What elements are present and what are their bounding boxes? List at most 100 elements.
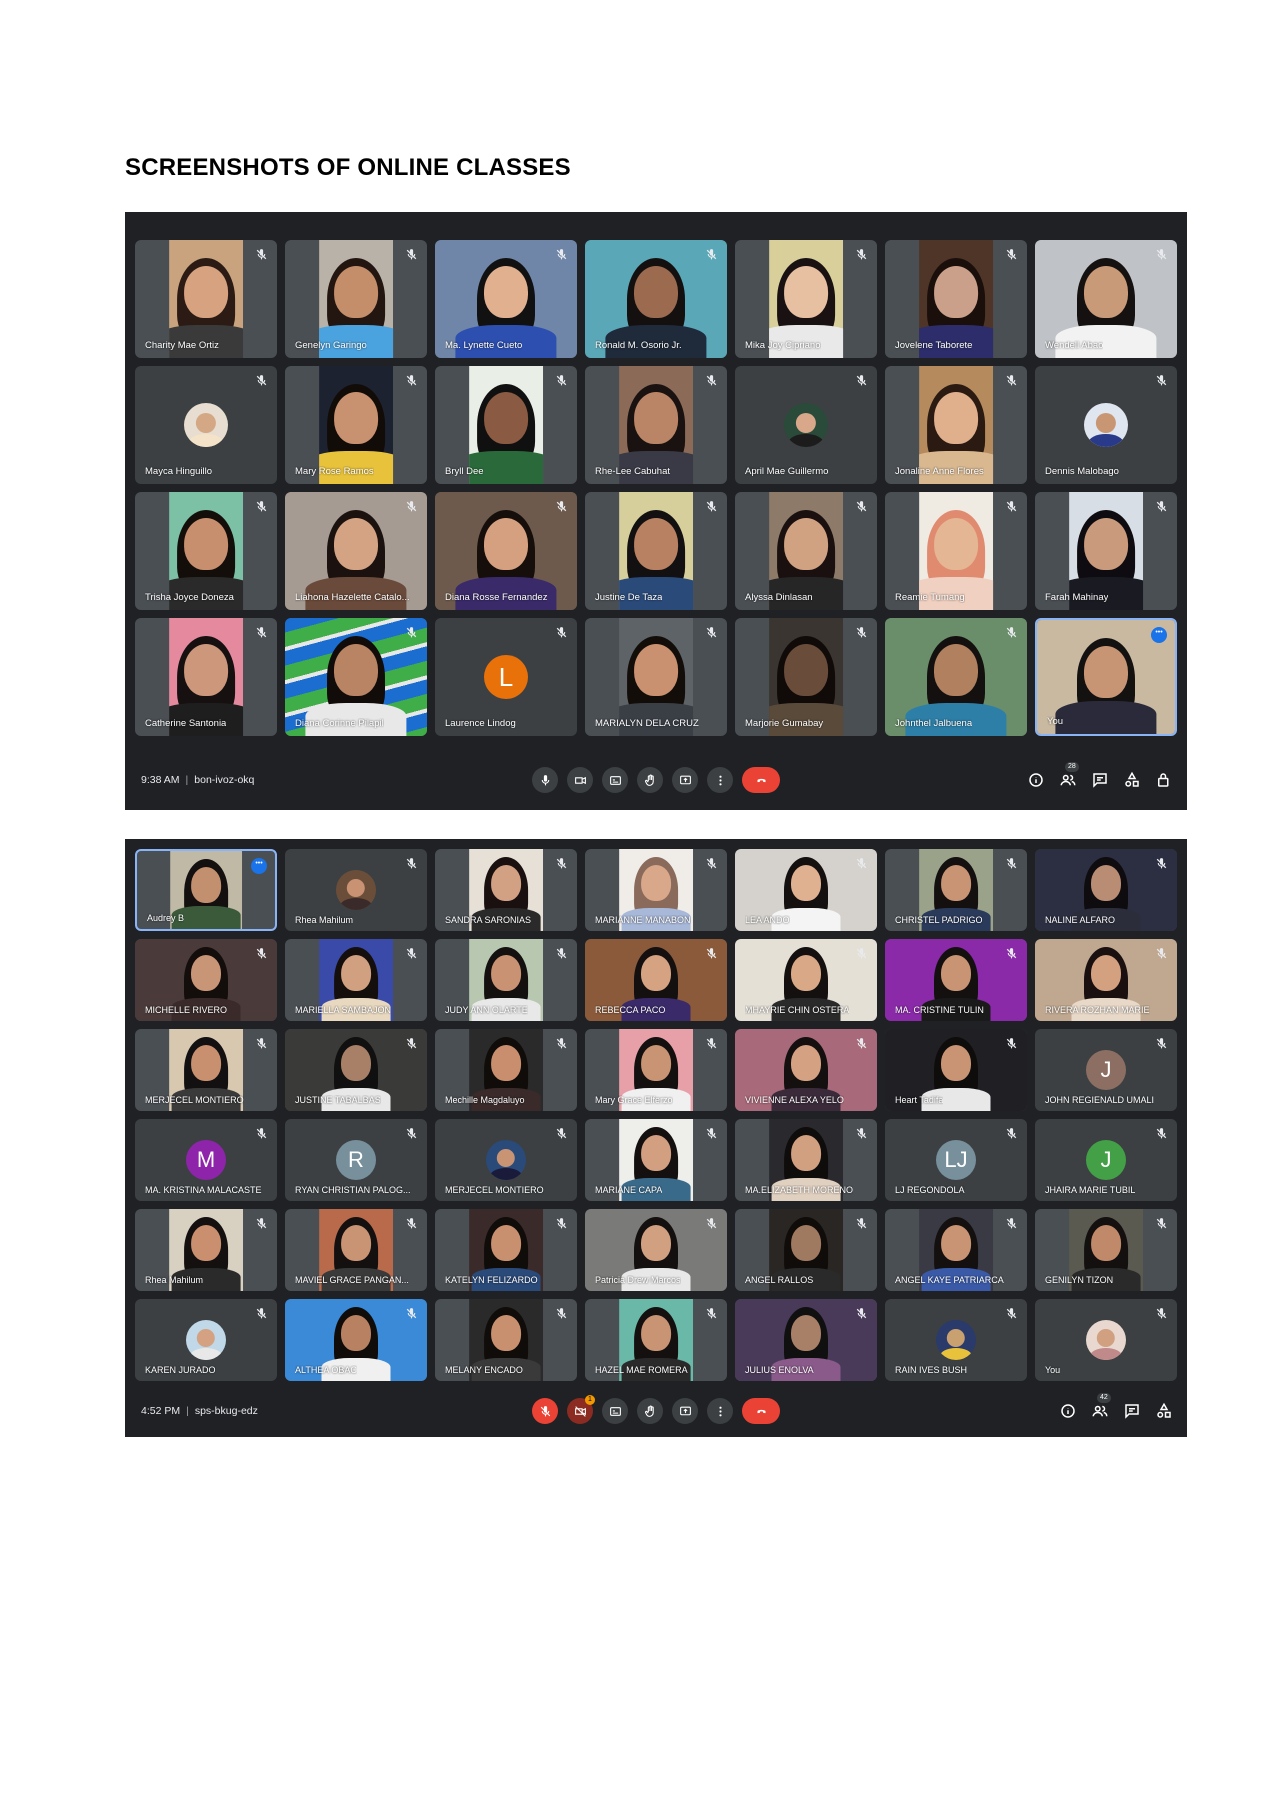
participant-tile[interactable]: Dennis Malobago	[1035, 366, 1177, 484]
participant-tile[interactable]: MAVIEL GRACE PANGAN...	[285, 1209, 427, 1291]
participant-tile[interactable]: Mary Grace Elferzo	[585, 1029, 727, 1111]
captions-button[interactable]	[602, 767, 628, 793]
host-controls-button[interactable]	[1155, 771, 1173, 789]
participant-tile[interactable]: L Laurence Lindog	[435, 618, 577, 736]
participant-tile[interactable]: MHAYRIE CHIN OSTERA	[735, 939, 877, 1021]
chat-button[interactable]	[1123, 1402, 1141, 1420]
info-button[interactable]	[1059, 1402, 1077, 1420]
participant-tile[interactable]: JULIUS ENOLVA	[735, 1299, 877, 1381]
camera-button[interactable]	[567, 767, 593, 793]
participant-tile[interactable]: Mika Joy Cipriano	[735, 240, 877, 358]
present-button[interactable]	[672, 1398, 698, 1424]
participant-tile[interactable]: CHRISTEL PADRIGO	[885, 849, 1027, 931]
participant-tile[interactable]: Mayca Hinguillo	[135, 366, 277, 484]
mic-off-button[interactable]	[532, 1398, 558, 1424]
participant-tile[interactable]: Mechille Magdaluyo	[435, 1029, 577, 1111]
more-options-icon[interactable]: •••	[1151, 627, 1167, 643]
participant-tile[interactable]: Ronald M. Osorio Jr.	[585, 240, 727, 358]
participant-tile[interactable]: SANDRA SARONIAS	[435, 849, 577, 931]
info-button[interactable]	[1027, 771, 1045, 789]
participant-tile[interactable]: MA.ELIZABETH MORENO	[735, 1119, 877, 1201]
participant-tile[interactable]: Ma. Lynette Cueto	[435, 240, 577, 358]
participant-tile[interactable]: Liahona Hazelette Catalo...	[285, 492, 427, 610]
participant-tile[interactable]: Rhe-Lee Cabuhat	[585, 366, 727, 484]
participant-tile[interactable]: Justine De Taza	[585, 492, 727, 610]
participant-tile[interactable]: Wendell Abao	[1035, 240, 1177, 358]
hang-up-icon	[756, 1409, 766, 1413]
participant-tile[interactable]: J JHAIRA MARIE TUBIL	[1035, 1119, 1177, 1201]
participant-tile[interactable]: ••• Audrey B	[135, 849, 277, 931]
participant-tile[interactable]: LJ LJ REGONDOLA	[885, 1119, 1027, 1201]
captions-button[interactable]	[602, 1398, 628, 1424]
participant-tile[interactable]: M MA. KRISTINA MALACASTE	[135, 1119, 277, 1201]
participant-tile[interactable]: RIVERA ROZHAN MARIE	[1035, 939, 1177, 1021]
people-button[interactable]: 28	[1059, 762, 1079, 789]
participant-tile[interactable]: VIVIENNE ALEXA YELO	[735, 1029, 877, 1111]
participant-tile[interactable]: Rhea Mahilum	[285, 849, 427, 931]
people-button[interactable]: 42	[1091, 1393, 1111, 1420]
participant-tile[interactable]: GENILYN TIZON	[1035, 1209, 1177, 1291]
participant-tile[interactable]: Marjorie Gumabay	[735, 618, 877, 736]
participant-tile[interactable]: Charity Mae Ortiz	[135, 240, 277, 358]
participant-tile[interactable]: MELANY ENCADO	[435, 1299, 577, 1381]
participant-tile[interactable]: LEA ANDO	[735, 849, 877, 931]
participant-tile[interactable]: NALINE ALFARO	[1035, 849, 1177, 931]
participant-tile[interactable]: Reamie Tumang	[885, 492, 1027, 610]
participant-tile[interactable]: J JOHN REGIENALD UMALI	[1035, 1029, 1177, 1111]
participant-tile[interactable]: ANGEL RALLOS	[735, 1209, 877, 1291]
participant-tile[interactable]: Jovelene Taborete	[885, 240, 1027, 358]
participant-tile[interactable]: Johnthel Jalbuena	[885, 618, 1027, 736]
participant-tile[interactable]: RAIN IVES BUSH	[885, 1299, 1027, 1381]
leave-call-button[interactable]	[742, 767, 780, 793]
camera-off-icon	[574, 1405, 586, 1417]
participant-tile[interactable]: Genelyn Garingo	[285, 240, 427, 358]
participant-tile[interactable]: JUSTINE TABALBAS	[285, 1029, 427, 1111]
participant-tile[interactable]: April Mae Guillermo	[735, 366, 877, 484]
participant-tile[interactable]: Diana Rosse Fernandez	[435, 492, 577, 610]
participant-tile[interactable]: Mary Rose Ramos	[285, 366, 427, 484]
participant-tile[interactable]: You	[1035, 1299, 1177, 1381]
participant-tile[interactable]: REBECCA PACO	[585, 939, 727, 1021]
leave-call-button[interactable]	[742, 1398, 780, 1424]
participant-tile[interactable]: JUDY ANN OLARTE	[435, 939, 577, 1021]
participant-tile[interactable]: KAREN JURADO	[135, 1299, 277, 1381]
mic-off-icon	[255, 1127, 268, 1140]
mic-off-icon	[855, 1127, 868, 1140]
participant-tile[interactable]: Trisha Joyce Doneza	[135, 492, 277, 610]
participant-tile[interactable]: Farah Mahinay	[1035, 492, 1177, 610]
present-button[interactable]	[672, 767, 698, 793]
participant-tile[interactable]: MICHELLE RIVERO	[135, 939, 277, 1021]
participant-tile[interactable]: ALTHEA OBAC	[285, 1299, 427, 1381]
participant-tile[interactable]: Catherine Santonia	[135, 618, 277, 736]
participant-tile[interactable]: Patricia Drew Marcos	[585, 1209, 727, 1291]
more-options-button[interactable]	[707, 1398, 733, 1424]
participant-tile[interactable]: Rhea Mahilum	[135, 1209, 277, 1291]
more-options-button[interactable]	[707, 767, 733, 793]
participant-tile[interactable]: MERJECEL MONTIERO	[135, 1029, 277, 1111]
participant-tile[interactable]: Jonaline Anne Flores	[885, 366, 1027, 484]
participant-tile[interactable]: MARIELLA SAMBAJON	[285, 939, 427, 1021]
participant-tile[interactable]: MARIALYN DELA CRUZ	[585, 618, 727, 736]
participant-tile[interactable]: MARIANNE MANABON	[585, 849, 727, 931]
participant-tile[interactable]: ANGEL KAYE PATRIARCA	[885, 1209, 1027, 1291]
participant-tile[interactable]: KATELYN FELIZARDO	[435, 1209, 577, 1291]
participant-tile[interactable]: Heart Tadifa	[885, 1029, 1027, 1111]
raise-hand-button[interactable]	[637, 767, 663, 793]
participant-tile[interactable]: Diana Corinne Pilapil	[285, 618, 427, 736]
chat-button[interactable]	[1091, 771, 1109, 789]
participant-tile[interactable]: MARIANE CAPA	[585, 1119, 727, 1201]
raise-hand-button[interactable]	[637, 1398, 663, 1424]
participant-tile[interactable]: R RYAN CHRISTIAN PALOG...	[285, 1119, 427, 1201]
participant-tile[interactable]: HAZEL MAE ROMERA	[585, 1299, 727, 1381]
more-options-icon[interactable]: •••	[251, 858, 267, 874]
call-controls-1	[532, 767, 780, 793]
activities-button[interactable]	[1123, 771, 1141, 789]
participant-tile[interactable]: MERJECEL MONTIERO	[435, 1119, 577, 1201]
participant-tile[interactable]: Alyssa Dinlasan	[735, 492, 877, 610]
activities-button[interactable]	[1155, 1402, 1173, 1420]
participant-tile[interactable]: ••• You	[1035, 618, 1177, 736]
participant-tile[interactable]: Bryll Dee	[435, 366, 577, 484]
participant-tile[interactable]: MA. CRISTINE TULIN	[885, 939, 1027, 1021]
mic-button[interactable]	[532, 767, 558, 793]
camera-off-button[interactable]: 1	[567, 1395, 595, 1424]
